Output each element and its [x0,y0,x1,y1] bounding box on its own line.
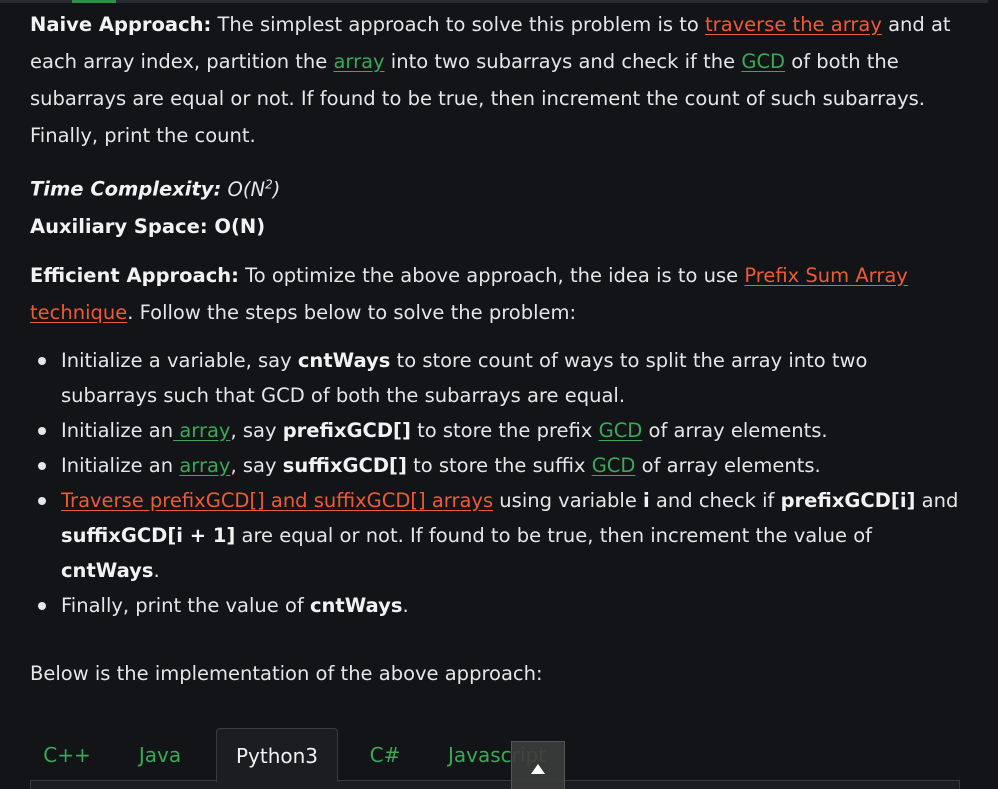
traverse-array-link[interactable]: traverse the array [705,13,882,36]
array-link[interactable]: array [173,419,230,442]
tab-cpp[interactable]: C++ [30,728,104,781]
top-divider [0,0,988,3]
list-item: Initialize an array, say suffixGCD[] to … [30,448,960,483]
traverse-arrays-link[interactable]: Traverse prefixGCD[] and suffixGCD[] arr… [61,489,493,512]
list-item: Finally, print the value of cntWays. [30,588,960,623]
naive-approach-label: Naive Approach: [30,13,212,36]
tab-csharp[interactable]: C# [354,728,416,781]
top-accent-tag [72,0,116,3]
array-link[interactable]: array [179,454,230,477]
gcd-link[interactable]: GCD [599,419,643,442]
efficient-approach-paragraph: Efficient Approach: To optimize the abov… [30,263,908,324]
list-item: Initialize an array, say prefixGCD[] to … [30,413,960,448]
list-item: Initialize a variable, say cntWays to st… [30,343,960,413]
time-complexity: Time Complexity: O(N2) [30,166,960,208]
gcd-link[interactable]: GCD [741,50,785,73]
language-tabs: C++ Java Python3 C# Javascript [30,728,960,788]
scroll-to-top-button[interactable] [511,741,565,789]
article-content: Naive Approach: The simplest approach to… [30,6,960,692]
auxiliary-space: Auxiliary Space: O(N) [30,214,266,238]
gcd-link[interactable]: GCD [592,454,636,477]
efficient-approach-label: Efficient Approach: [30,263,239,287]
tab-python3[interactable]: Python3 [216,728,338,782]
naive-approach-paragraph: Naive Approach: The simplest approach to… [30,13,951,147]
tab-java[interactable]: Java [120,728,200,781]
implementation-intro: Below is the implementation of the above… [30,661,543,685]
time-complexity-value: O(N2) [221,177,281,201]
array-link[interactable]: array [333,50,384,73]
list-item: Traverse prefixGCD[] and suffixGCD[] arr… [30,483,960,588]
chevron-up-icon [531,764,545,774]
steps-list: Initialize a variable, say cntWays to st… [30,343,960,623]
time-complexity-label: Time Complexity: [30,177,222,201]
